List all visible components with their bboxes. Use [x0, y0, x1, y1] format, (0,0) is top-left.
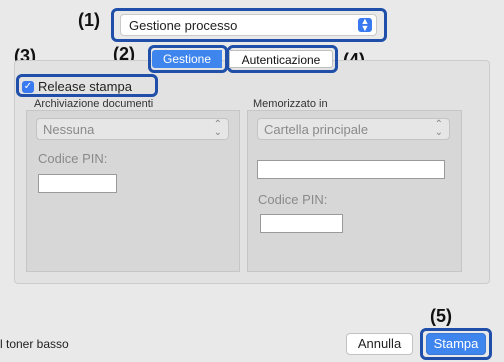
memorizzato-select-value: Cartella principale	[264, 122, 369, 137]
archiviazione-select[interactable]: Nessuna ⌃ ⌄	[36, 118, 229, 140]
memorizzato-label: Memorizzato in	[253, 98, 328, 110]
callout-5: (5)	[430, 306, 452, 326]
select-arrows-icon: ⌃ ⌄	[213, 119, 222, 138]
right-pin-label: Codice PIN:	[258, 192, 328, 207]
release-stampa-label: Release stampa	[38, 79, 132, 94]
select-arrows-icon-2: ⌃ ⌄	[434, 119, 443, 138]
left-pin-label: Codice PIN:	[38, 151, 108, 166]
right-pin-input[interactable]	[260, 214, 343, 233]
archiviazione-label: Archiviazione documenti	[34, 98, 154, 110]
left-pin-input[interactable]	[38, 174, 117, 193]
callout-1: (1)	[78, 10, 100, 30]
folder-path-input[interactable]	[257, 160, 445, 179]
archiviazione-select-value: Nessuna	[43, 122, 95, 137]
print-button[interactable]: Stampa	[426, 333, 486, 355]
memorizzato-select[interactable]: Cartella principale ⌃ ⌄	[257, 118, 450, 140]
popup-value: Gestione processo	[129, 18, 238, 33]
checkmark-icon: ✓	[22, 80, 34, 93]
tab-gestione[interactable]: Gestione	[152, 50, 222, 68]
popup-stepper-icon: ▲ ▼	[358, 17, 372, 33]
cancel-button[interactable]: Annulla	[346, 333, 413, 355]
settings-category-popup[interactable]: Gestione processo ▲ ▼	[120, 14, 377, 36]
tab-autenticazione[interactable]: Autenticazione	[229, 50, 333, 68]
toner-status-text: l toner basso	[0, 337, 69, 351]
release-stampa-checkbox[interactable]: ✓ Release stampa	[22, 79, 132, 94]
